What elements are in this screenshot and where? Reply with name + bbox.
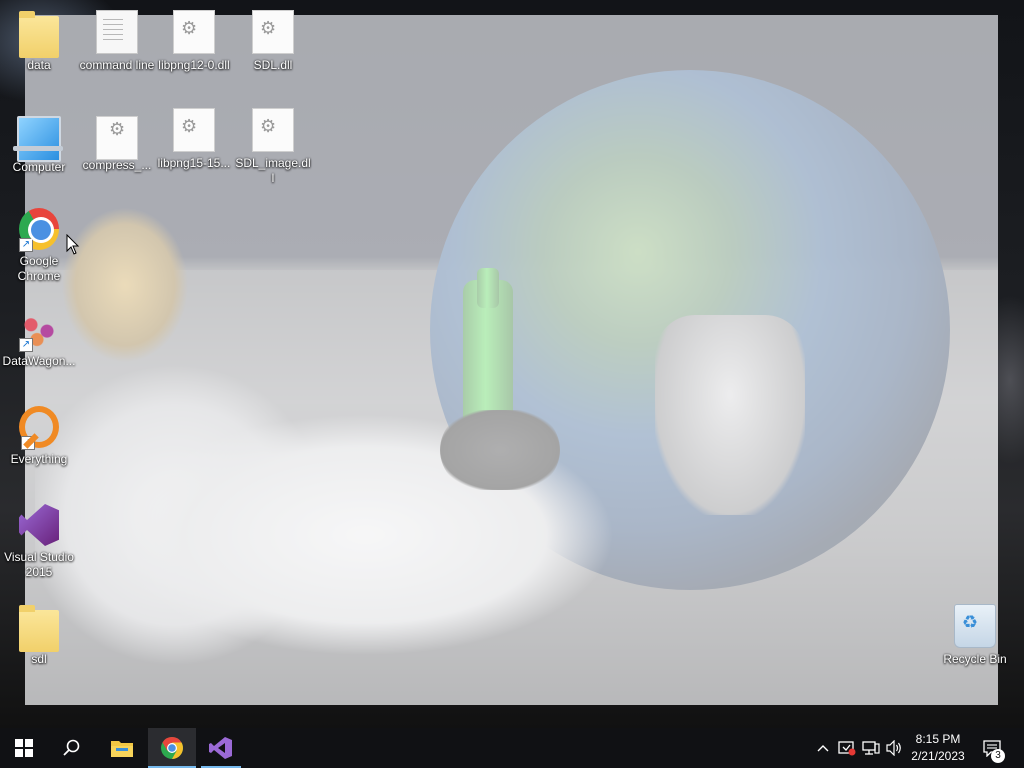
icon-label: compress_...	[82, 158, 152, 172]
icon-label: data	[27, 58, 51, 72]
tray-security-button[interactable]	[836, 728, 858, 768]
icon-label: libpng15-15...	[157, 156, 231, 170]
text-file-icon	[96, 10, 138, 54]
visual-studio-icon	[19, 504, 59, 546]
icon-label: Visual Studio 2015	[4, 550, 74, 579]
icon-label: Computer	[12, 160, 66, 174]
desktop-icon-recycle-bin[interactable]: Recycle Bin	[936, 604, 1014, 667]
icon-label: Everything	[10, 452, 68, 466]
computer-icon	[13, 116, 63, 162]
shortcut-arrow-icon: ↗	[19, 338, 33, 352]
desktop-icon-compress[interactable]: compress_...	[78, 110, 156, 173]
search-button[interactable]	[48, 728, 96, 768]
shortcut-arrow-icon: ↗	[19, 238, 33, 252]
chevron-up-icon	[817, 745, 829, 752]
dll-file-icon	[252, 10, 294, 54]
taskbar: 8:15 PM 2/21/2023	[0, 728, 1024, 768]
taskbar-file-explorer[interactable]	[98, 728, 146, 768]
desktop-icon-data[interactable]: data	[0, 11, 78, 73]
dll-file-icon	[252, 108, 294, 152]
desktop-icon-sdl-folder[interactable]: sdl	[0, 605, 78, 667]
file-explorer-icon	[111, 741, 133, 757]
tray-network-button[interactable]	[860, 728, 882, 768]
desktop-icon-sdl-image[interactable]: SDL_image.dll	[234, 108, 312, 186]
icon-label: SDL_image.dll	[235, 156, 311, 185]
desktop-icon-computer[interactable]: Computer	[0, 110, 78, 175]
desktop-icon-libpng15[interactable]: libpng15-15...	[155, 108, 233, 171]
start-button[interactable]	[0, 728, 48, 768]
shortcut-arrow-icon: ↗	[21, 436, 35, 450]
icon-label: Google Chrome	[17, 254, 61, 283]
icon-label: DataWagon...	[2, 354, 76, 368]
dll-file-icon	[173, 108, 215, 152]
notification-count-badge: 3	[991, 749, 1005, 763]
icon-label: libpng12-0.dll	[158, 58, 230, 72]
chrome-icon: ↗	[19, 208, 59, 252]
windows-logo-icon	[15, 739, 33, 757]
icon-label: Recycle Bin	[943, 652, 1007, 666]
visual-studio-icon	[209, 737, 232, 759]
everything-search-icon: ↗	[19, 406, 59, 450]
desktop-icon-libpng12[interactable]: libpng12-0.dll	[155, 10, 233, 73]
clock-time: 8:15 PM	[915, 732, 961, 746]
desktop-icon-sdl-dll[interactable]: SDL.dll	[234, 10, 312, 73]
clock-date: 2/21/2023	[911, 749, 965, 763]
search-icon	[63, 739, 80, 756]
network-icon	[862, 741, 880, 755]
shield-warning-icon	[838, 741, 856, 756]
recycle-bin-icon	[954, 604, 996, 648]
folder-icon	[19, 605, 59, 652]
tray-clock[interactable]: 8:15 PM 2/21/2023	[905, 731, 971, 765]
speaker-icon	[886, 740, 901, 756]
icon-label: sdl	[31, 652, 47, 666]
desktop-icon-visual-studio[interactable]: Visual Studio 2015	[0, 504, 78, 580]
taskbar-chrome[interactable]	[148, 728, 196, 768]
settings-file-icon	[96, 116, 138, 160]
desktop-icon-command-line[interactable]: command line	[78, 10, 156, 73]
datawagon-icon: ↗	[19, 308, 59, 352]
icon-label: command line	[79, 58, 155, 72]
desktop-icon-datawagon[interactable]: ↗ DataWagon...	[0, 308, 78, 369]
desktop-icon-everything[interactable]: ↗ Everything	[0, 406, 78, 467]
folder-icon	[19, 11, 59, 58]
tray-volume-button[interactable]	[884, 728, 906, 768]
chrome-icon	[161, 737, 183, 759]
taskbar-visual-studio[interactable]	[197, 728, 245, 768]
icon-label: SDL.dll	[253, 58, 293, 72]
dll-file-icon	[173, 10, 215, 54]
show-hidden-icons-button[interactable]	[814, 728, 832, 768]
